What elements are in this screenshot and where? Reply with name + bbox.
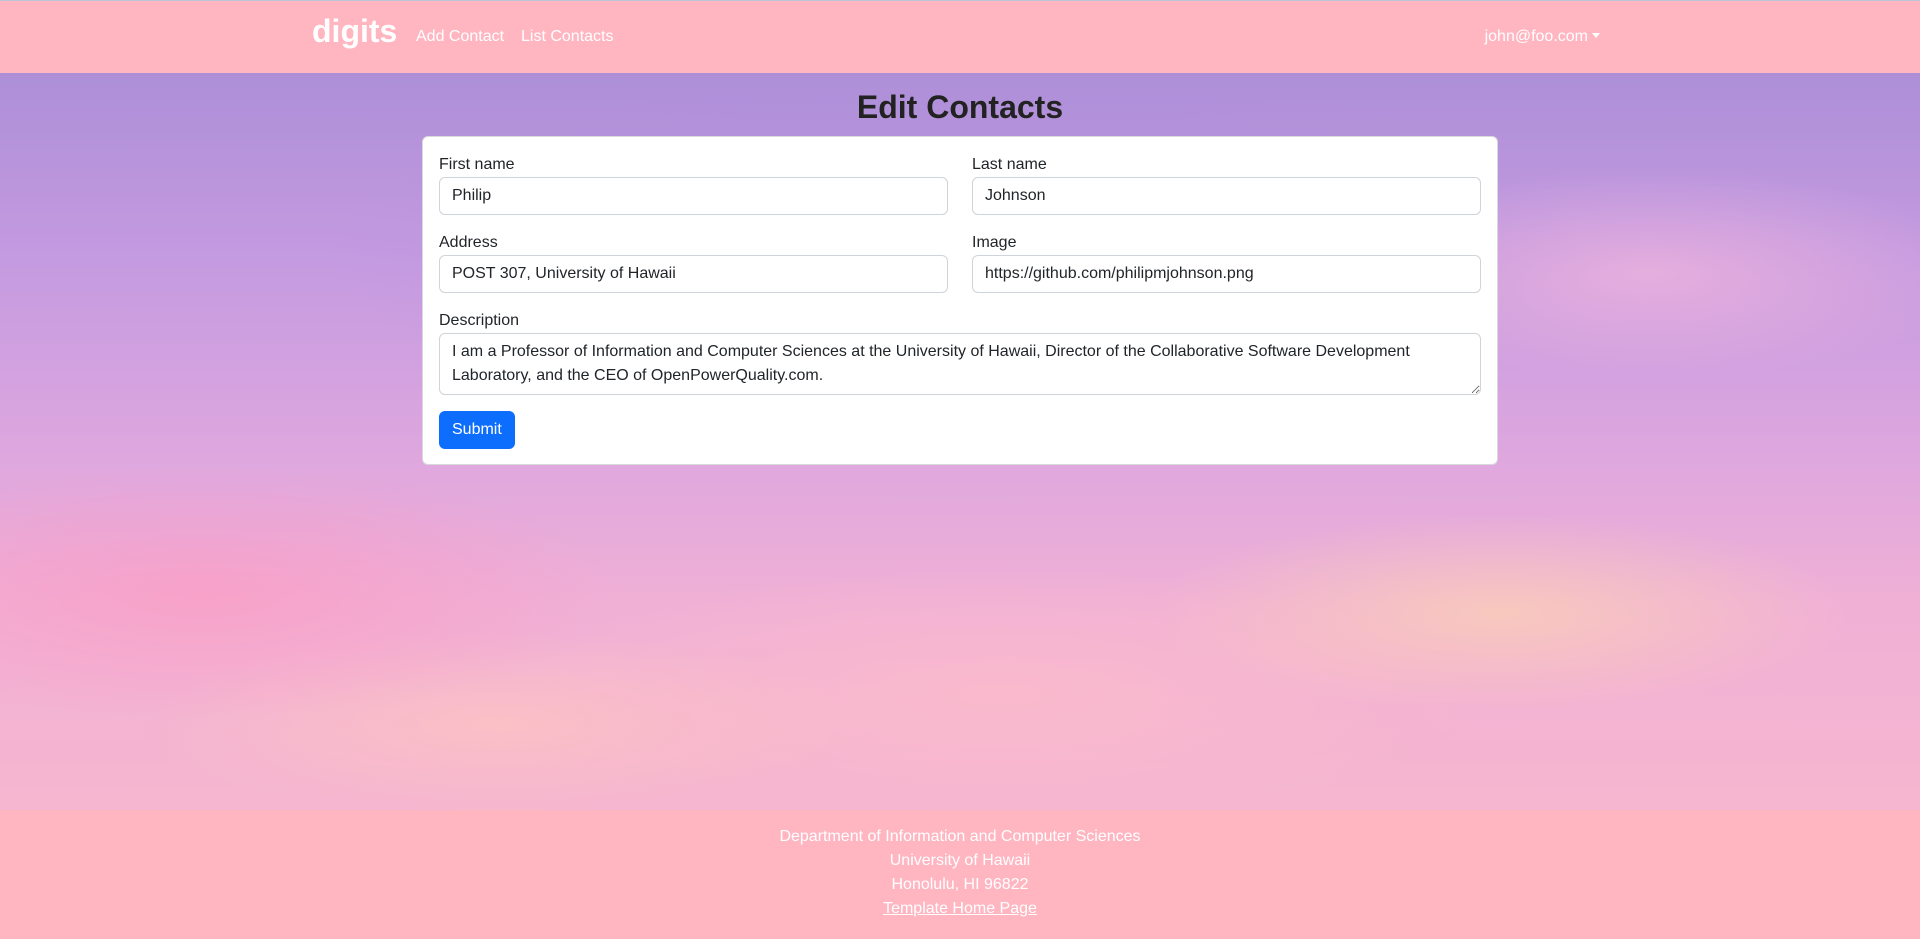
nav-add-contact[interactable]: Add Contact (416, 28, 504, 46)
submit-button[interactable]: Submit (439, 411, 515, 449)
last-name-input[interactable] (972, 177, 1481, 215)
footer: Department of Information and Computer S… (0, 810, 1920, 939)
first-name-input[interactable] (439, 177, 948, 215)
description-textarea[interactable]: I am a Professor of Information and Comp… (439, 333, 1481, 395)
address-input[interactable] (439, 255, 948, 293)
footer-department: Department of Information and Computer S… (779, 828, 1141, 845)
footer-university: University of Hawaii (889, 852, 1031, 869)
footer-address: Honolulu, HI 96822 (891, 876, 1029, 893)
nav-list-contacts[interactable]: List Contacts (521, 28, 613, 46)
description-label: Description (439, 312, 520, 329)
caret-down-icon (1592, 33, 1600, 38)
address-label: Address (439, 234, 498, 251)
user-dropdown[interactable]: john@foo.com (1485, 28, 1600, 46)
user-email: john@foo.com (1484, 28, 1588, 45)
last-name-label: Last name (972, 156, 1047, 173)
navbar: digits Add Contact List Contacts john@fo… (0, 0, 1920, 73)
image-url-input[interactable] (972, 255, 1481, 293)
image-label: Image (972, 234, 1017, 251)
page-title: Edit Contacts (856, 89, 1064, 125)
template-home-link[interactable]: Template Home Page (883, 900, 1037, 917)
first-name-label: First name (439, 156, 515, 173)
edit-contact-form: First name Last name Address Image Descr… (422, 136, 1498, 465)
brand-logo[interactable]: digits (312, 13, 397, 50)
